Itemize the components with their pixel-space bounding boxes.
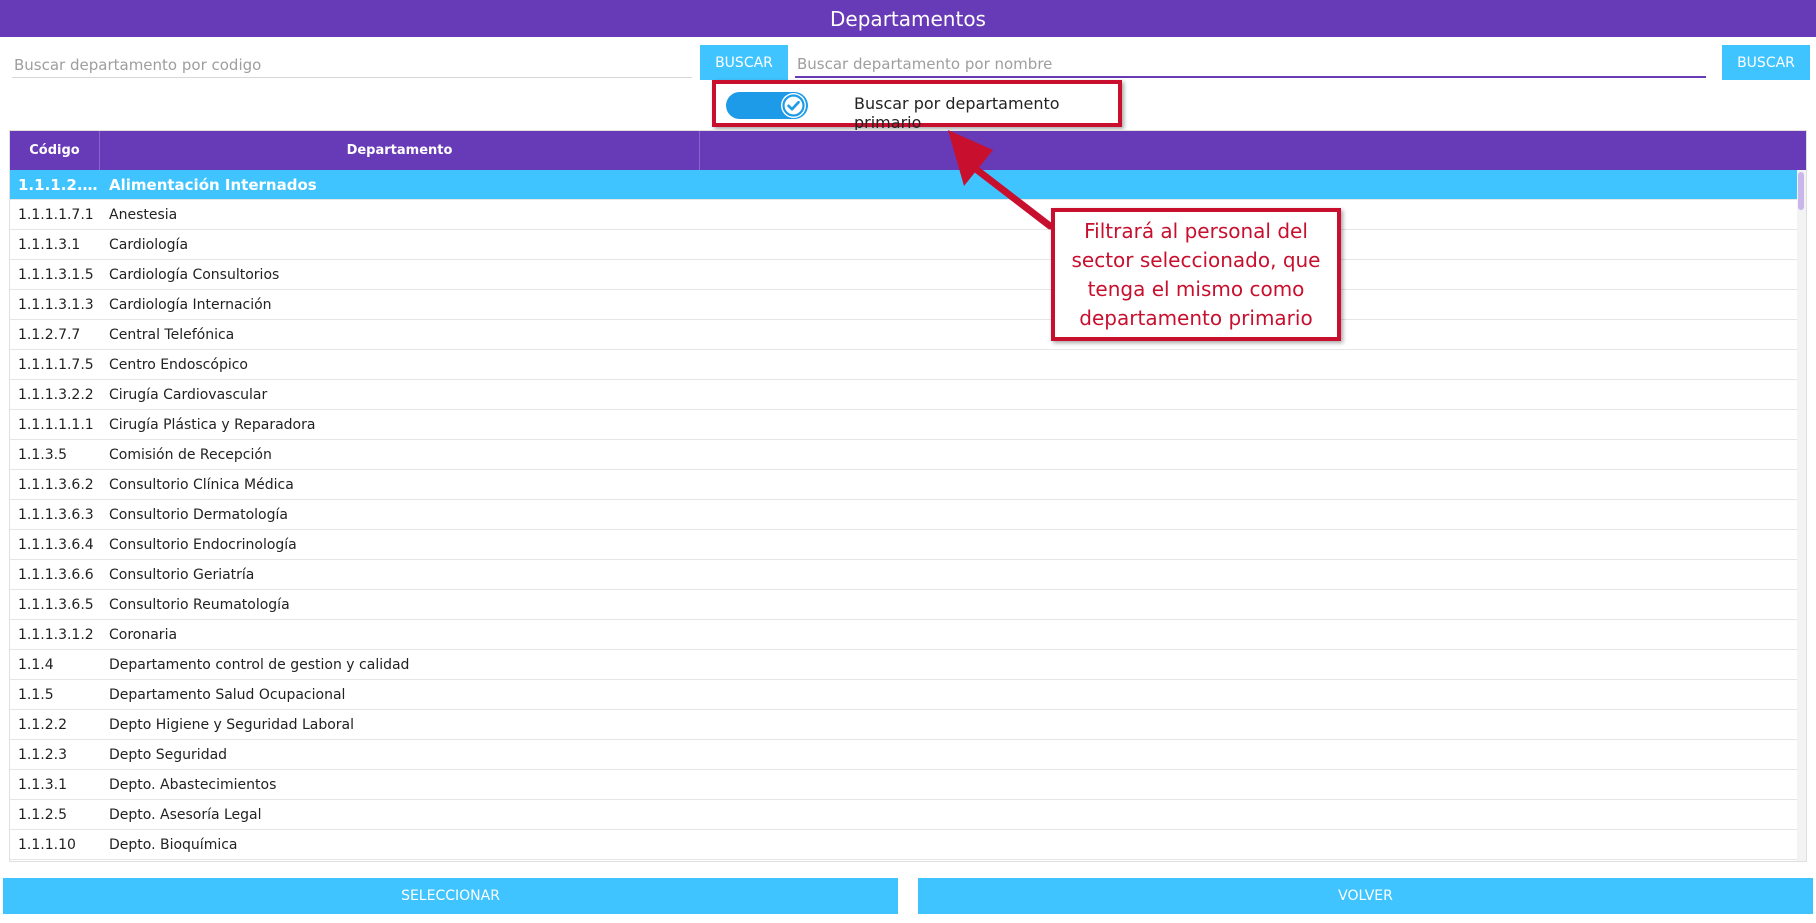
cell-department: Consultorio Endocrinología — [109, 537, 297, 553]
table-row[interactable]: 1.1.1.3.6.5 Consultorio Reumatología — [10, 590, 1797, 620]
table-row[interactable]: 1.1.2.7.7 Central Telefónica — [10, 320, 1797, 350]
window-title: Departamentos — [0, 0, 1816, 37]
table-row[interactable]: 1.1.2.5 Depto. Asesoría Legal — [10, 800, 1797, 830]
cell-code: 1.1.1.3.1.3 — [18, 297, 94, 313]
table-body: 1.1.1.2.… Alimentación Internados 1.1.1.1.… — [10, 170, 1797, 861]
departments-table: Código Departamento 1.1.1.2.… Alimentació… — [9, 130, 1807, 862]
cell-code: 1.1.1.3.2.2 — [18, 387, 94, 403]
table-row[interactable]: 1.1.1.3.1.2 Coronaria — [10, 620, 1797, 650]
check-icon — [782, 94, 805, 117]
cell-department: Cirugía Plástica y Reparadora — [109, 417, 316, 433]
cell-code: 1.1.1.1.7.1 — [18, 207, 94, 223]
cell-department: Consultorio Reumatología — [109, 597, 290, 613]
column-header-code[interactable]: Código — [10, 131, 100, 170]
cell-code: 1.1.3.5 — [18, 447, 67, 463]
table-row[interactable]: 1.1.1.3.6.4 Consultorio Endocrinología — [10, 530, 1797, 560]
cell-code: 1.1.4 — [18, 657, 54, 673]
cell-code: 1.1.1.10 — [18, 837, 76, 853]
cell-code: 1.1.1.1.7.5 — [18, 357, 94, 373]
cell-department: Central Telefónica — [109, 327, 235, 343]
table-row[interactable]: 1.1.1.1.7.5 Centro Endoscópico — [10, 350, 1797, 380]
cell-department: Depto. Abastecimientos — [109, 777, 277, 793]
cell-code: 1.1.1.3.1.5 — [18, 267, 94, 283]
table-row[interactable]: 1.1.1.3.6.3 Consultorio Dermatología — [10, 500, 1797, 530]
cell-department: Cardiología Consultorios — [109, 267, 280, 283]
cell-code: 1.1.1.1.1.1 — [18, 417, 94, 433]
cell-code: 1.1.1.3.6.6 — [18, 567, 94, 583]
table-row[interactable]: 1.1.1.10 Depto. Bioquímica — [10, 830, 1797, 860]
cell-department: Consultorio Dermatología — [109, 507, 288, 523]
back-button[interactable]: VOLVER — [918, 878, 1813, 914]
cell-department: Coronaria — [109, 627, 178, 643]
cell-department: Comisión de Recepción — [109, 447, 272, 463]
table-row[interactable]: 1.1.1.3.1.3 Cardiología Internación — [10, 290, 1797, 320]
table-row[interactable]: 1.1.1.3.6.2 Consultorio Clínica Médica — [10, 470, 1797, 500]
table-row[interactable]: 1.1.1.3.6.6 Consultorio Geriatría — [10, 560, 1797, 590]
cell-code: 1.1.2.3 — [18, 747, 67, 763]
table-row[interactable]: 1.1.5 Departamento Salud Ocupacional — [10, 680, 1797, 710]
cell-department: Departamento Salud Ocupacional — [109, 687, 346, 703]
cell-code: 1.1.2.7.7 — [18, 327, 81, 343]
cell-department: Anestesia — [109, 207, 178, 223]
search-code-input[interactable] — [12, 52, 692, 78]
table-row[interactable]: 1.1.1.2.… Alimentación Internados — [10, 170, 1797, 200]
cell-code: 1.1.2.2 — [18, 717, 67, 733]
search-code-button[interactable]: BUSCAR — [700, 45, 788, 80]
switch-knob — [781, 93, 806, 118]
table-row[interactable]: 1.1.3.5 Comisión de Recepción — [10, 440, 1797, 470]
cell-code: 1.1.3.1 — [18, 777, 67, 793]
column-header-filler — [700, 131, 1806, 170]
cell-code: 1.1.1.3.6.4 — [18, 537, 94, 553]
cell-department: Alimentación Internados — [109, 176, 317, 194]
table-row[interactable]: 1.1.2.3 Depto Seguridad — [10, 740, 1797, 770]
cell-department: Consultorio Clínica Médica — [109, 477, 294, 493]
cell-code: 1.1.1.2.… — [18, 176, 98, 194]
table-row[interactable]: 1.1.1.1.1.1 Cirugía Plástica y Reparadora — [10, 410, 1797, 440]
select-button[interactable]: SELECCIONAR — [3, 878, 898, 914]
primary-department-toggle-group: Buscar por departamento primario — [712, 80, 1122, 132]
cell-department: Depto. Asesoría Legal — [109, 807, 262, 823]
table-header: Código Departamento — [10, 131, 1806, 170]
table-row[interactable]: 1.1.1.3.1.5 Cardiología Consultorios — [10, 260, 1797, 290]
cell-department: Departamento control de gestion y calida… — [109, 657, 410, 673]
column-header-department[interactable]: Departamento — [100, 131, 700, 170]
cell-code: 1.1.1.3.1.2 — [18, 627, 94, 643]
cell-department: Depto. Bioquímica — [109, 837, 238, 853]
cell-code: 1.1.1.3.1 — [18, 237, 81, 253]
table-row[interactable]: 1.1.4 Departamento control de gestion y c… — [10, 650, 1797, 680]
annotation-callout: Filtrará al personal del sector seleccio… — [1051, 208, 1341, 341]
cell-department: Cardiología — [109, 237, 189, 253]
cell-code: 1.1.1.3.6.5 — [18, 597, 94, 613]
primary-department-switch[interactable] — [726, 92, 808, 119]
cell-department: Depto Higiene y Seguridad Laboral — [109, 717, 355, 733]
cell-department: Cardiología Internación — [109, 297, 272, 313]
primary-department-label: Buscar por departamento primario — [854, 94, 1060, 132]
cell-code: 1.1.1.3.6.2 — [18, 477, 94, 493]
scrollbar-thumb[interactable] — [1798, 172, 1804, 210]
cell-department: Consultorio Geriatría — [109, 567, 255, 583]
cell-code: 1.1.1.3.6.3 — [18, 507, 94, 523]
table-row[interactable]: 1.1.3.1 Depto. Abastecimientos — [10, 770, 1797, 800]
cell-department: Depto Seguridad — [109, 747, 228, 763]
table-row[interactable]: 1.1.1.1.7.1 Anestesia — [10, 200, 1797, 230]
vertical-scrollbar[interactable] — [1797, 170, 1806, 861]
search-name-input[interactable] — [795, 52, 1706, 78]
search-name-button[interactable]: BUSCAR — [1722, 45, 1810, 80]
table-row[interactable]: 1.1.1.3.1 Cardiología — [10, 230, 1797, 260]
table-row[interactable]: 1.1.1.3.2.2 Cirugía Cardiovascular — [10, 380, 1797, 410]
table-row[interactable]: 1.1.2.2 Depto Higiene y Seguridad Laboral — [10, 710, 1797, 740]
cell-department: Cirugía Cardiovascular — [109, 387, 268, 403]
cell-code: 1.1.5 — [18, 687, 54, 703]
cell-code: 1.1.2.5 — [18, 807, 67, 823]
cell-department: Centro Endoscópico — [109, 357, 248, 373]
